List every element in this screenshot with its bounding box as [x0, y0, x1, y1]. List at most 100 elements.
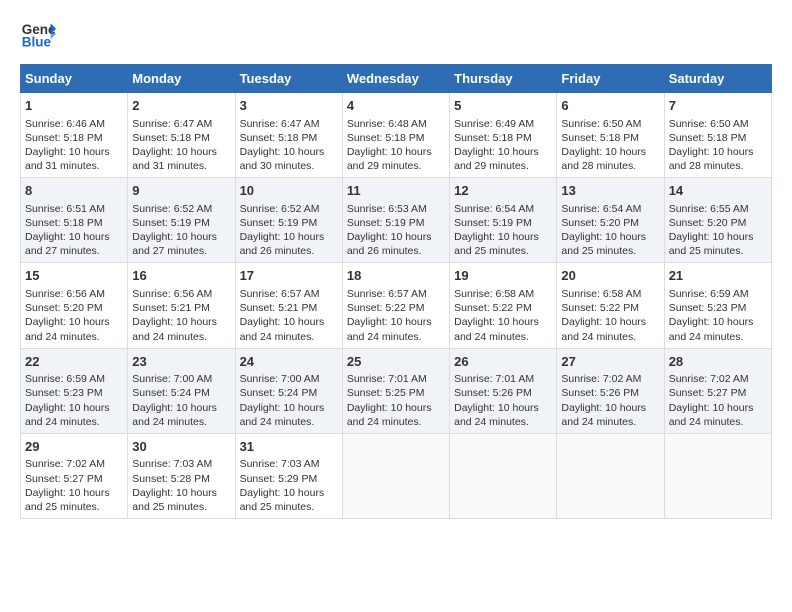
day-number: 24 — [240, 353, 338, 371]
sunset: Sunset: 5:19 PM — [454, 217, 532, 229]
svg-text:Blue: Blue — [22, 35, 52, 50]
day-number: 19 — [454, 267, 552, 285]
sunrise: Sunrise: 6:58 AM — [561, 288, 641, 300]
daylight: Daylight: 10 hours and 24 minutes. — [669, 316, 754, 342]
calendar-cell: 17Sunrise: 6:57 AMSunset: 5:21 PMDayligh… — [235, 263, 342, 348]
calendar-cell: 26Sunrise: 7:01 AMSunset: 5:26 PMDayligh… — [450, 348, 557, 433]
calendar-cell: 13Sunrise: 6:54 AMSunset: 5:20 PMDayligh… — [557, 178, 664, 263]
sunset: Sunset: 5:20 PM — [669, 217, 747, 229]
sunrise: Sunrise: 6:47 AM — [240, 118, 320, 130]
calendar-cell: 2Sunrise: 6:47 AMSunset: 5:18 PMDaylight… — [128, 93, 235, 178]
calendar-cell: 16Sunrise: 6:56 AMSunset: 5:21 PMDayligh… — [128, 263, 235, 348]
day-number: 20 — [561, 267, 659, 285]
header-row: SundayMondayTuesdayWednesdayThursdayFrid… — [21, 65, 772, 93]
day-number: 29 — [25, 438, 123, 456]
calendar-cell: 23Sunrise: 7:00 AMSunset: 5:24 PMDayligh… — [128, 348, 235, 433]
sunrise: Sunrise: 7:01 AM — [454, 373, 534, 385]
sunrise: Sunrise: 6:48 AM — [347, 118, 427, 130]
calendar-cell — [664, 433, 771, 518]
daylight: Daylight: 10 hours and 24 minutes. — [240, 402, 325, 428]
day-number: 18 — [347, 267, 445, 285]
sunrise: Sunrise: 6:52 AM — [240, 203, 320, 215]
sunrise: Sunrise: 6:54 AM — [561, 203, 641, 215]
sunrise: Sunrise: 6:53 AM — [347, 203, 427, 215]
calendar-cell: 11Sunrise: 6:53 AMSunset: 5:19 PMDayligh… — [342, 178, 449, 263]
sunset: Sunset: 5:19 PM — [132, 217, 210, 229]
week-row-4: 22Sunrise: 6:59 AMSunset: 5:23 PMDayligh… — [21, 348, 772, 433]
calendar-cell: 29Sunrise: 7:02 AMSunset: 5:27 PMDayligh… — [21, 433, 128, 518]
daylight: Daylight: 10 hours and 24 minutes. — [454, 316, 539, 342]
calendar-cell: 4Sunrise: 6:48 AMSunset: 5:18 PMDaylight… — [342, 93, 449, 178]
daylight: Daylight: 10 hours and 24 minutes. — [347, 316, 432, 342]
sunset: Sunset: 5:23 PM — [25, 387, 103, 399]
sunrise: Sunrise: 7:02 AM — [561, 373, 641, 385]
day-number: 12 — [454, 182, 552, 200]
daylight: Daylight: 10 hours and 25 minutes. — [132, 487, 217, 513]
day-number: 11 — [347, 182, 445, 200]
header-cell-friday: Friday — [557, 65, 664, 93]
header-cell-saturday: Saturday — [664, 65, 771, 93]
daylight: Daylight: 10 hours and 25 minutes. — [240, 487, 325, 513]
sunrise: Sunrise: 6:57 AM — [347, 288, 427, 300]
calendar-cell: 28Sunrise: 7:02 AMSunset: 5:27 PMDayligh… — [664, 348, 771, 433]
sunrise: Sunrise: 6:56 AM — [132, 288, 212, 300]
day-number: 2 — [132, 97, 230, 115]
calendar-cell — [342, 433, 449, 518]
daylight: Daylight: 10 hours and 27 minutes. — [25, 231, 110, 257]
daylight: Daylight: 10 hours and 30 minutes. — [240, 146, 325, 172]
daylight: Daylight: 10 hours and 29 minutes. — [347, 146, 432, 172]
daylight: Daylight: 10 hours and 25 minutes. — [561, 231, 646, 257]
sunrise: Sunrise: 6:56 AM — [25, 288, 105, 300]
day-number: 28 — [669, 353, 767, 371]
day-number: 30 — [132, 438, 230, 456]
sunrise: Sunrise: 7:00 AM — [240, 373, 320, 385]
week-row-2: 8Sunrise: 6:51 AMSunset: 5:18 PMDaylight… — [21, 178, 772, 263]
sunrise: Sunrise: 7:01 AM — [347, 373, 427, 385]
sunset: Sunset: 5:19 PM — [347, 217, 425, 229]
sunrise: Sunrise: 7:02 AM — [669, 373, 749, 385]
day-number: 1 — [25, 97, 123, 115]
sunset: Sunset: 5:18 PM — [240, 132, 318, 144]
day-number: 23 — [132, 353, 230, 371]
header-cell-wednesday: Wednesday — [342, 65, 449, 93]
calendar-cell: 7Sunrise: 6:50 AMSunset: 5:18 PMDaylight… — [664, 93, 771, 178]
day-number: 15 — [25, 267, 123, 285]
daylight: Daylight: 10 hours and 24 minutes. — [347, 402, 432, 428]
day-number: 16 — [132, 267, 230, 285]
sunset: Sunset: 5:18 PM — [669, 132, 747, 144]
calendar-cell: 22Sunrise: 6:59 AMSunset: 5:23 PMDayligh… — [21, 348, 128, 433]
sunset: Sunset: 5:22 PM — [454, 302, 532, 314]
sunset: Sunset: 5:18 PM — [132, 132, 210, 144]
day-number: 14 — [669, 182, 767, 200]
calendar-cell: 21Sunrise: 6:59 AMSunset: 5:23 PMDayligh… — [664, 263, 771, 348]
sunset: Sunset: 5:18 PM — [454, 132, 532, 144]
day-number: 26 — [454, 353, 552, 371]
sunset: Sunset: 5:18 PM — [561, 132, 639, 144]
day-number: 22 — [25, 353, 123, 371]
header-cell-monday: Monday — [128, 65, 235, 93]
sunrise: Sunrise: 6:52 AM — [132, 203, 212, 215]
sunrise: Sunrise: 7:00 AM — [132, 373, 212, 385]
week-row-5: 29Sunrise: 7:02 AMSunset: 5:27 PMDayligh… — [21, 433, 772, 518]
sunrise: Sunrise: 6:59 AM — [669, 288, 749, 300]
sunrise: Sunrise: 7:03 AM — [240, 458, 320, 470]
calendar-cell: 18Sunrise: 6:57 AMSunset: 5:22 PMDayligh… — [342, 263, 449, 348]
day-number: 7 — [669, 97, 767, 115]
sunset: Sunset: 5:29 PM — [240, 473, 318, 485]
daylight: Daylight: 10 hours and 24 minutes. — [669, 402, 754, 428]
sunset: Sunset: 5:25 PM — [347, 387, 425, 399]
day-number: 31 — [240, 438, 338, 456]
daylight: Daylight: 10 hours and 24 minutes. — [561, 402, 646, 428]
day-number: 27 — [561, 353, 659, 371]
calendar-cell: 8Sunrise: 6:51 AMSunset: 5:18 PMDaylight… — [21, 178, 128, 263]
daylight: Daylight: 10 hours and 25 minutes. — [25, 487, 110, 513]
calendar-cell: 10Sunrise: 6:52 AMSunset: 5:19 PMDayligh… — [235, 178, 342, 263]
sunset: Sunset: 5:26 PM — [561, 387, 639, 399]
calendar-cell: 30Sunrise: 7:03 AMSunset: 5:28 PMDayligh… — [128, 433, 235, 518]
calendar-cell — [450, 433, 557, 518]
sunset: Sunset: 5:26 PM — [454, 387, 532, 399]
day-number: 5 — [454, 97, 552, 115]
daylight: Daylight: 10 hours and 24 minutes. — [25, 316, 110, 342]
daylight: Daylight: 10 hours and 31 minutes. — [25, 146, 110, 172]
calendar-cell: 14Sunrise: 6:55 AMSunset: 5:20 PMDayligh… — [664, 178, 771, 263]
